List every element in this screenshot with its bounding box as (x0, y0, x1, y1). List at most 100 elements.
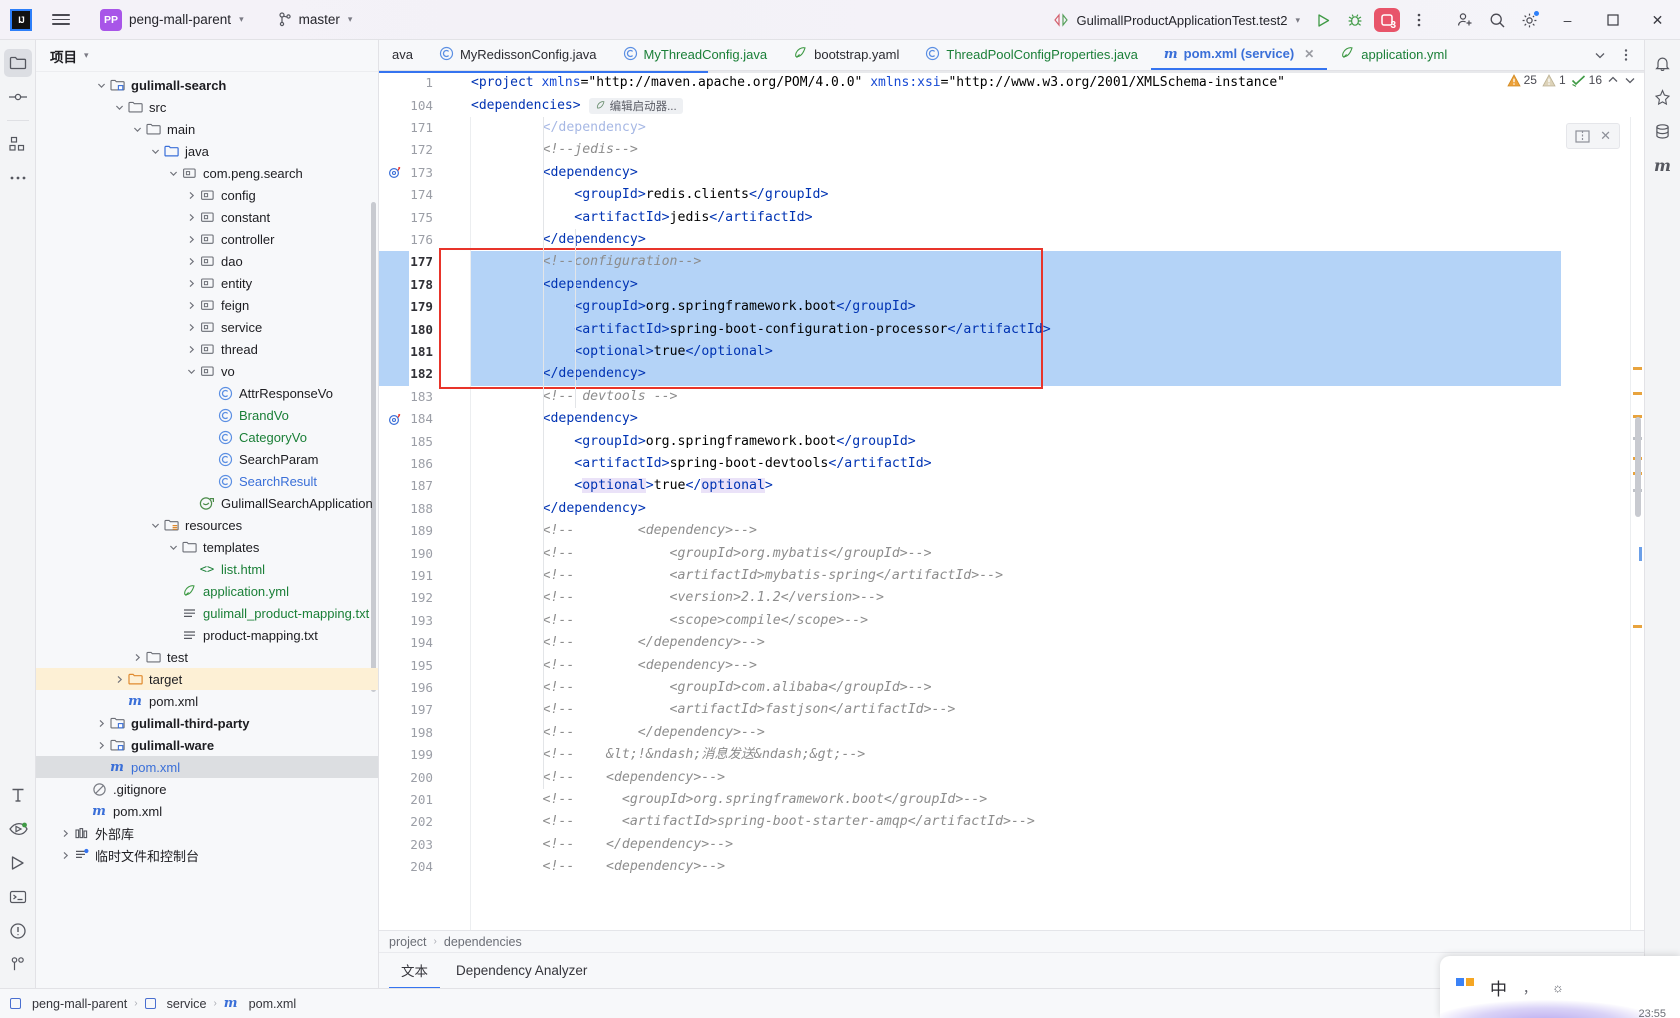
tree-node-thread[interactable]: thread (36, 338, 378, 360)
code-line[interactable]: <!-- </dependency>--> (471, 834, 734, 856)
editor-tab-application.yml[interactable]: application.yml (1327, 40, 1460, 70)
code-line[interactable]: <!-- <artifactId>mybatis-spring</artifac… (471, 565, 1004, 587)
split-editor-icon[interactable] (1575, 129, 1590, 144)
chevron-down-icon[interactable] (94, 81, 108, 90)
edit-starters-inlay-hint[interactable]: 编辑启动器... (588, 97, 683, 114)
sidebar-item-run[interactable] (4, 849, 32, 877)
tree-node-searchparam[interactable]: SearchParam (36, 448, 378, 470)
sticky-line[interactable]: 104 <dependencies> 编辑启动器... (379, 94, 1644, 117)
status-breadcrumb[interactable]: peng-mall-parent › service › m pom.xml (10, 996, 296, 1011)
chevron-right-icon[interactable] (184, 345, 198, 354)
sidebar-item-ai-assistant[interactable] (1649, 83, 1677, 111)
tree-node-外部库[interactable]: 外部库 (36, 822, 378, 844)
sidebar-item-project[interactable] (3, 49, 32, 77)
search-everywhere-button[interactable] (1481, 5, 1513, 35)
code-line[interactable]: <!-- <scope>compile</scope>--> (471, 610, 869, 632)
code-line[interactable]: <dependency> (471, 162, 638, 184)
chevron-right-icon[interactable] (184, 191, 198, 200)
code-line[interactable]: <optional>true</optional> (471, 341, 773, 363)
editor-tab-myredissonconfig.java[interactable]: MyRedissonConfig.java (426, 40, 610, 70)
editor-floating-toolbar[interactable]: ✕ (1566, 123, 1620, 149)
line-number-gutter[interactable]: 171 172 173 174 175 176 177 178 179 180 181 182 183 1… (379, 117, 441, 930)
chevron-down-icon[interactable] (130, 125, 144, 134)
debug-button[interactable] (1339, 5, 1371, 35)
code-line[interactable]: <groupId>org.springframework.boot</group… (471, 296, 915, 318)
settings-button[interactable] (1513, 5, 1545, 35)
tree-node-attrresponsevo[interactable]: AttrResponseVo (36, 382, 378, 404)
editor-breadcrumb[interactable]: project › dependencies (379, 930, 1644, 952)
code-line[interactable]: <groupId>org.springframework.boot</group… (471, 431, 915, 453)
tree-node-gulimall-ware[interactable]: gulimall-ware (36, 734, 378, 756)
main-menu-button[interactable] (44, 5, 78, 35)
tree-node-dao[interactable]: dao (36, 250, 378, 272)
git-branch-selector[interactable]: master ▾ (272, 9, 359, 30)
close-tab-icon[interactable]: ✕ (1304, 47, 1314, 61)
editor-tab-ava[interactable]: ava (379, 40, 426, 70)
status-breadcrumb-item[interactable]: peng-mall-parent (32, 997, 127, 1011)
sidebar-item-more[interactable] (4, 164, 32, 192)
sidebar-item-debug[interactable] (4, 815, 32, 843)
tree-node-.gitignore[interactable]: .gitignore (36, 778, 378, 800)
breadcrumb-item[interactable]: dependencies (444, 935, 522, 949)
tree-node-test[interactable]: test (36, 646, 378, 668)
editor-tab-threadpoolconfigproperties.java[interactable]: ThreadPoolConfigProperties.java (912, 40, 1151, 70)
tree-node-com.peng.search[interactable]: com.peng.search (36, 162, 378, 184)
error-stripe-marker[interactable] (1633, 392, 1642, 395)
run-configuration-selector[interactable]: GulimallProductApplicationTest.test2 ▾ (1046, 10, 1307, 31)
tree-node-pom.xml[interactable]: m pom.xml (36, 690, 378, 712)
tab-options-icon[interactable] (1614, 43, 1638, 67)
editor-vertical-scrollbar[interactable] (1635, 417, 1641, 517)
tree-node-src[interactable]: src (36, 96, 378, 118)
chevron-right-icon[interactable] (58, 851, 72, 860)
maven-editor-tab-0[interactable]: 文本 (389, 953, 440, 989)
code-line[interactable]: <!-- &lt;!&ndash;消息发送&ndash;&gt;--> (471, 744, 866, 766)
tree-node-application.yml[interactable]: application.yml (36, 580, 378, 602)
sidebar-item-commit[interactable] (4, 83, 32, 111)
code-line[interactable]: <!-- <groupId>com.alibaba</groupId>--> (471, 677, 932, 699)
more-options-button[interactable] (1403, 5, 1435, 35)
code-line[interactable]: <groupId>redis.clients</groupId> (471, 184, 828, 206)
sidebar-item-terminal[interactable] (4, 883, 32, 911)
tree-node-gulimall-third-party[interactable]: gulimall-third-party (36, 712, 378, 734)
code-viewport[interactable]: ✕ 171 172 173 174 175 176 177 178 179 180 181 182 18… (379, 117, 1644, 930)
chevron-right-icon[interactable] (130, 653, 144, 662)
code-line[interactable]: <!-- <version>2.1.2</version>--> (471, 587, 884, 609)
code-line[interactable]: <!-- <dependency>--> (471, 520, 757, 542)
inspection-widget[interactable]: 25 1 16 (1506, 73, 1636, 87)
tree-node-临时文件和控制台[interactable]: 临时文件和控制台 (36, 844, 378, 866)
code-line[interactable]: </dependency> (471, 363, 646, 385)
code-line[interactable]: <!-- </dependency>--> (471, 722, 765, 744)
tree-node-list.html[interactable]: <> list.html (36, 558, 378, 580)
error-stripe-markers[interactable] (1630, 117, 1644, 930)
code-line[interactable]: <artifactId>jedis</artifactId> (471, 207, 812, 229)
code-line[interactable]: </dependency> (471, 229, 646, 251)
code-line[interactable]: <!-- </dependency>--> (471, 632, 765, 654)
sidebar-item-git[interactable] (4, 951, 32, 979)
inspection-warnings[interactable]: 1 (1542, 73, 1566, 87)
chevron-down-icon[interactable] (166, 169, 180, 178)
close-window-button[interactable]: ✕ (1635, 0, 1680, 40)
close-icon[interactable]: ✕ (1600, 128, 1611, 144)
chevron-right-icon[interactable] (112, 675, 126, 684)
project-tree[interactable]: gulimall-search src main java com.peng.searc… (36, 72, 378, 988)
chevron-right-icon[interactable] (184, 301, 198, 310)
code-line[interactable]: <!--jedis--> (471, 139, 638, 161)
chevron-right-icon[interactable] (184, 323, 198, 332)
sidebar-item-build[interactable] (4, 781, 32, 809)
tree-node-templates[interactable]: templates (36, 536, 378, 558)
sidebar-item-maven[interactable]: m (1649, 151, 1677, 179)
inspection-errors[interactable]: 25 (1506, 73, 1537, 87)
tree-node-gulimall_product-mapping.txt[interactable]: gulimall_product-mapping.txt (36, 602, 378, 624)
status-breadcrumb-item[interactable]: pom.xml (249, 997, 297, 1011)
code-line[interactable]: <dependency> (471, 274, 638, 296)
inspection-ok[interactable]: 16 (1571, 73, 1602, 87)
status-breadcrumb-item[interactable]: service (167, 997, 207, 1011)
code-line[interactable]: </dependency> (471, 498, 646, 520)
code-with-me-button[interactable] (1449, 5, 1481, 35)
run-button[interactable] (1307, 5, 1339, 35)
ime-status-popup[interactable]: 中 ， ☼ 23:55 (1440, 956, 1680, 1018)
editor-tab-pom.xmlservice[interactable]: m pom.xml (service) ✕ (1150, 40, 1328, 70)
tree-node-searchresult[interactable]: SearchResult (36, 470, 378, 492)
tree-node-constant[interactable]: constant (36, 206, 378, 228)
code-line[interactable]: </dependency> (471, 117, 646, 139)
